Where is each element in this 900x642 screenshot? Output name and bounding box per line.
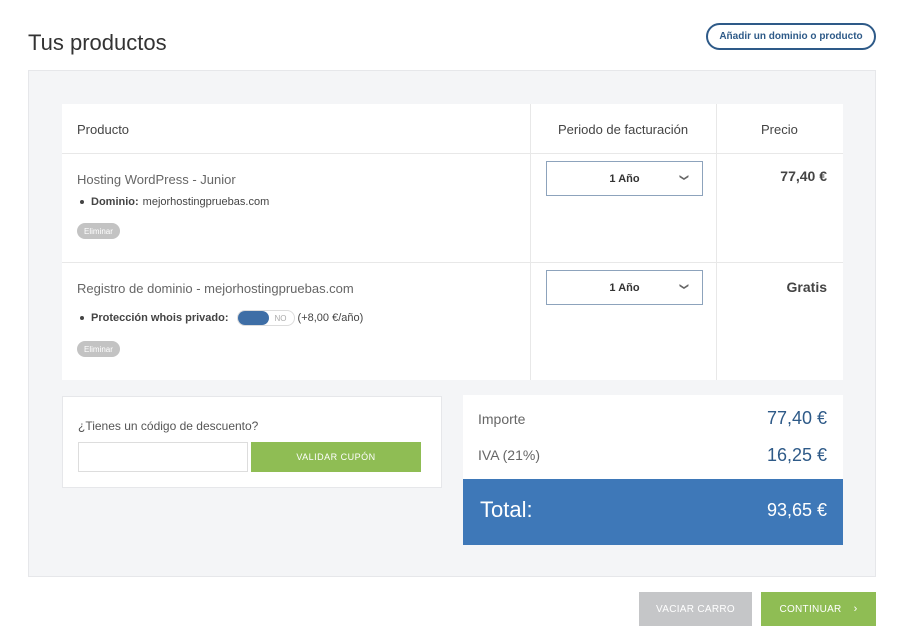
row-divider bbox=[62, 262, 843, 263]
billing-period-select[interactable]: 1 Año ❯ bbox=[546, 270, 703, 305]
detail-label: Dominio: bbox=[91, 196, 139, 208]
chevron-down-icon: ❯ bbox=[679, 282, 690, 291]
bullet-icon bbox=[80, 200, 84, 204]
validate-coupon-button[interactable]: VALIDAR CUPÓN bbox=[251, 442, 421, 472]
empty-cart-button[interactable]: VACIAR CARRO bbox=[639, 592, 752, 626]
select-value: 1 Año bbox=[609, 281, 640, 294]
total-bar: Total: 93,65 € bbox=[463, 479, 843, 545]
products-table: Producto Periodo de facturación Precio H… bbox=[62, 104, 843, 380]
row-divider bbox=[62, 153, 843, 154]
product-name: Registro de dominio - mejorhostingprueba… bbox=[77, 281, 354, 296]
toggle-state: NO bbox=[274, 313, 287, 323]
product-detail: Dominio: mejorhostingpruebas.com bbox=[80, 196, 269, 208]
remove-button[interactable]: Eliminar bbox=[77, 223, 120, 239]
product-name: Hosting WordPress - Junior bbox=[77, 172, 236, 187]
product-price: Gratis bbox=[786, 279, 827, 295]
total-label: Total: bbox=[480, 497, 533, 522]
toggle-knob bbox=[237, 311, 269, 325]
toggle-price: (+8,00 €/año) bbox=[297, 312, 364, 324]
total-value: 93,65 € bbox=[766, 500, 827, 520]
select-value: 1 Año bbox=[609, 172, 640, 185]
subtotal-label: Importe bbox=[478, 411, 526, 427]
tax-value: 16,25 € bbox=[766, 445, 827, 465]
column-divider bbox=[530, 104, 531, 380]
subtotal-value: 77,40 € bbox=[766, 408, 827, 428]
continue-button[interactable]: CONTINUAR › bbox=[761, 592, 876, 626]
continue-label: CONTINUAR bbox=[779, 603, 842, 615]
product-detail: Protección whois privado: NO (+8,00 €/añ… bbox=[80, 310, 363, 326]
page-title: Tus productos bbox=[28, 30, 167, 55]
totals-box: Importe 77,40 € IVA (21%) 16,25 € Total:… bbox=[463, 395, 843, 545]
whois-privacy-toggle[interactable]: NO bbox=[236, 310, 295, 326]
header-billing-period: Periodo de facturación bbox=[558, 122, 689, 137]
column-divider bbox=[716, 104, 717, 380]
remove-button[interactable]: Eliminar bbox=[77, 341, 120, 357]
coupon-question: ¿Tienes un código de descuento? bbox=[78, 419, 259, 433]
tax-label: IVA (21%) bbox=[478, 447, 540, 463]
cart-panel: Producto Periodo de facturación Precio H… bbox=[28, 70, 876, 577]
chevron-down-icon: ❯ bbox=[679, 173, 690, 182]
bullet-icon bbox=[80, 316, 84, 320]
coupon-input[interactable] bbox=[78, 442, 248, 472]
billing-period-select[interactable]: 1 Año ❯ bbox=[546, 161, 703, 196]
detail-value: mejorhostingpruebas.com bbox=[142, 196, 270, 208]
add-domain-or-product-button[interactable]: Añadir un dominio o producto bbox=[706, 23, 876, 50]
product-price: 77,40 € bbox=[780, 168, 827, 184]
header-product: Producto bbox=[77, 122, 130, 137]
detail-label: Protección whois privado: bbox=[91, 312, 229, 324]
chevron-right-icon: › bbox=[853, 603, 858, 615]
header-price: Precio bbox=[761, 122, 798, 137]
coupon-box: ¿Tienes un código de descuento? VALIDAR … bbox=[62, 396, 442, 488]
